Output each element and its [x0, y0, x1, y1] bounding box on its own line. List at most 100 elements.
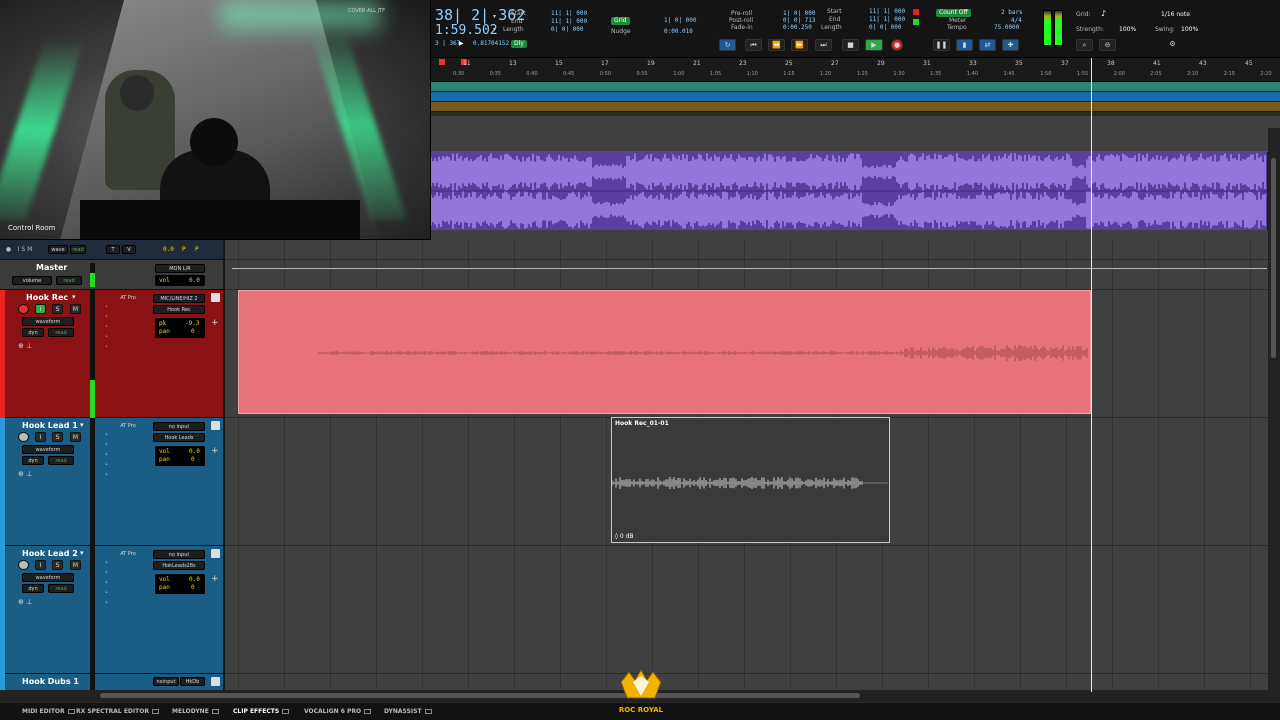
- hook-lead-1-plugin-select[interactable]: dyn: [22, 456, 44, 465]
- hook-lead-2-input-select[interactable]: no input: [153, 550, 205, 559]
- go-to-end-icon[interactable]: ⏭: [815, 39, 832, 51]
- tempo-value[interactable]: 75.0000: [994, 24, 1019, 32]
- hook-rec-insert[interactable]: AT Pro: [108, 294, 148, 303]
- record-icon[interactable]: ●: [891, 39, 903, 51]
- swing-value[interactable]: 100%: [1181, 26, 1198, 34]
- plugin-midi-editor[interactable]: MIDI EDITOR: [22, 708, 75, 715]
- strength-value[interactable]: 100%: [1119, 26, 1136, 34]
- hook-rec-read-select[interactable]: read: [48, 328, 74, 337]
- track-name-master[interactable]: Master: [36, 263, 67, 272]
- master-volume-select[interactable]: volume: [12, 276, 52, 285]
- track-header-master[interactable]: Master volume read MON L/R vol 0.0: [0, 260, 225, 290]
- reference-audio-clip[interactable]: [431, 152, 1267, 230]
- track-lane-master[interactable]: [225, 260, 1280, 290]
- hook-lead-1-output-select[interactable]: Hook Leads: [153, 433, 205, 442]
- hook-rec-plugin-select[interactable]: dyn: [22, 328, 44, 337]
- hook-lead-1-input-button[interactable]: I: [35, 432, 46, 442]
- hook-lead-1-window-icon[interactable]: [211, 421, 220, 430]
- hook-rec-output-select[interactable]: Hook Rec: [153, 305, 205, 314]
- length2-value[interactable]: 0| 0| 000: [869, 24, 902, 32]
- hook-lead-1-record-button[interactable]: [18, 432, 29, 442]
- rewind-icon[interactable]: ⏪: [768, 39, 785, 51]
- hook-lead-1-solo-button[interactable]: S: [52, 432, 63, 442]
- grid-value[interactable]: 1| 0| 000: [664, 17, 697, 25]
- track-name-hook-rec[interactable]: Hook Rec: [26, 293, 68, 302]
- hook-rec-input-select[interactable]: MIC/LINE/HIZ 2: [153, 294, 205, 303]
- plugin-dynassist[interactable]: DYNASSIST: [384, 708, 432, 715]
- hook-rec-vol-block[interactable]: pk -9.3 pan 0: [155, 318, 205, 338]
- track-name-hook-dubs-1[interactable]: Hook Dubs 1: [22, 677, 79, 686]
- hook-rec-recording-clip[interactable]: [238, 290, 1091, 414]
- play-icon[interactable]: ▶: [865, 39, 883, 51]
- vertical-scroll-thumb[interactable]: [1271, 158, 1276, 358]
- track-header-top[interactable]: ● I S M wave read T V 0.0 P P: [0, 240, 225, 260]
- fast-forward-icon[interactable]: ⏩: [791, 39, 808, 51]
- master-output-select[interactable]: MON L/R: [155, 264, 205, 273]
- track-lane-hook-lead-2[interactable]: [225, 546, 1280, 674]
- markers-lane[interactable]: [431, 82, 1280, 91]
- tempo-lane[interactable]: [431, 92, 1280, 101]
- hook-rec-view-select[interactable]: waveform: [22, 317, 74, 326]
- top-v-button[interactable]: V: [122, 245, 136, 254]
- hook-lead-2-expand-icon[interactable]: ⊕ ⊥: [18, 598, 32, 606]
- track-header-hook-rec[interactable]: Hook Rec ▾ I S M waveform dyn read ⊕ ⊥ A…: [0, 290, 225, 418]
- master-read-select[interactable]: read: [56, 276, 82, 285]
- hook-dubs-1-output-select[interactable]: HkDb: [180, 677, 205, 686]
- track-name-hook-lead-1[interactable]: Hook Lead 1: [22, 421, 78, 430]
- input-monitor-icon[interactable]: ▮: [956, 39, 973, 51]
- track-name-dropdown[interactable]: ▾: [80, 549, 84, 557]
- top-strip-p1[interactable]: P: [182, 246, 186, 254]
- edit-tool-icon[interactable]: ✚: [1002, 39, 1019, 51]
- plugin-clip-effects[interactable]: CLIP EFFECTS: [233, 708, 290, 715]
- hook-lead-1-mute-button[interactable]: M: [70, 432, 81, 442]
- mini-badge[interactable]: Dly: [511, 40, 527, 48]
- hook-lead-2-record-button[interactable]: [18, 560, 29, 570]
- meter-lane[interactable]: [431, 102, 1280, 111]
- top-t-button[interactable]: T: [106, 245, 120, 254]
- record-arm-icon[interactable]: ●: [3, 245, 14, 255]
- start2-value[interactable]: 11| 1| 000: [869, 8, 905, 16]
- track-header-hook-lead-1[interactable]: Hook Lead 1 ▾ I S M waveform dyn read ⊕ …: [0, 418, 225, 546]
- loop-icon[interactable]: ↻: [719, 39, 736, 51]
- hook-rec-input-button[interactable]: I: [35, 304, 46, 314]
- playhead-marker-icon[interactable]: [439, 59, 445, 65]
- ism-buttons[interactable]: I S M: [14, 245, 36, 255]
- hook-rec-window-icon[interactable]: [211, 293, 220, 302]
- end-value[interactable]: 11| 1| 000: [551, 18, 587, 26]
- hook-lead-2-plugin-select[interactable]: dyn: [22, 584, 44, 593]
- plugin-vocalign-6-pro[interactable]: VOCALIGN 6 PRO: [304, 708, 372, 715]
- hook-lead-2-insert[interactable]: AT Pro: [108, 550, 148, 559]
- main-counter-dropdown[interactable]: ▾: [493, 13, 496, 20]
- hook-lead-2-mute-button[interactable]: M: [70, 560, 81, 570]
- top-read-select[interactable]: read: [70, 245, 86, 254]
- top-strip-p2[interactable]: P: [195, 246, 199, 254]
- horizontal-scroll-thumb[interactable]: [100, 693, 860, 698]
- hook-lead-2-read-select[interactable]: read: [48, 584, 74, 593]
- hook-lead-1-add-icon[interactable]: +: [211, 446, 219, 456]
- return-to-start-icon[interactable]: ⏮: [745, 39, 762, 51]
- grid-right-value[interactable]: 1/16 note: [1161, 11, 1190, 19]
- gear-icon[interactable]: ⚙: [1164, 39, 1181, 51]
- link-icon[interactable]: ⇄: [979, 39, 996, 51]
- nudge-value[interactable]: 0:00.010: [664, 28, 693, 36]
- hook-rec-record-button[interactable]: [18, 304, 29, 314]
- hook-rec-add-icon[interactable]: +: [211, 318, 219, 328]
- zoom-in-icon[interactable]: ⌕: [1076, 39, 1093, 51]
- hook-lead-2-output-select[interactable]: HokLeads28s: [153, 561, 205, 570]
- hook-lead-2-view-select[interactable]: waveform: [22, 573, 74, 582]
- hook-dubs-1-input-select[interactable]: noinput: [153, 677, 179, 686]
- stop-icon[interactable]: ■: [842, 39, 859, 51]
- top-mode-select[interactable]: wave: [48, 245, 68, 254]
- hook-lead-audio-clip[interactable]: Hook Rec_01-01 ◊ 0 dB: [611, 417, 890, 543]
- hook-lead-2-window-icon[interactable]: [211, 549, 220, 558]
- hook-lead-2-input-button[interactable]: I: [35, 560, 46, 570]
- length-value[interactable]: 0| 0| 000: [551, 26, 584, 34]
- hook-lead-2-vol-block[interactable]: vol 0.0 pan 0: [155, 574, 205, 594]
- track-header-hook-lead-2[interactable]: Hook Lead 2 ▾ I S M waveform dyn read ⊕ …: [0, 546, 225, 674]
- hook-rec-solo-button[interactable]: S: [52, 304, 63, 314]
- hook-rec-expand-icon[interactable]: ⊕ ⊥: [18, 342, 32, 350]
- master-vol-block[interactable]: vol 0.0: [155, 275, 205, 286]
- sub-counter-dropdown[interactable]: ▾: [493, 26, 496, 33]
- sub-counter[interactable]: 1:59.502: [435, 23, 498, 38]
- zoom-out-icon[interactable]: ⊖: [1099, 39, 1116, 51]
